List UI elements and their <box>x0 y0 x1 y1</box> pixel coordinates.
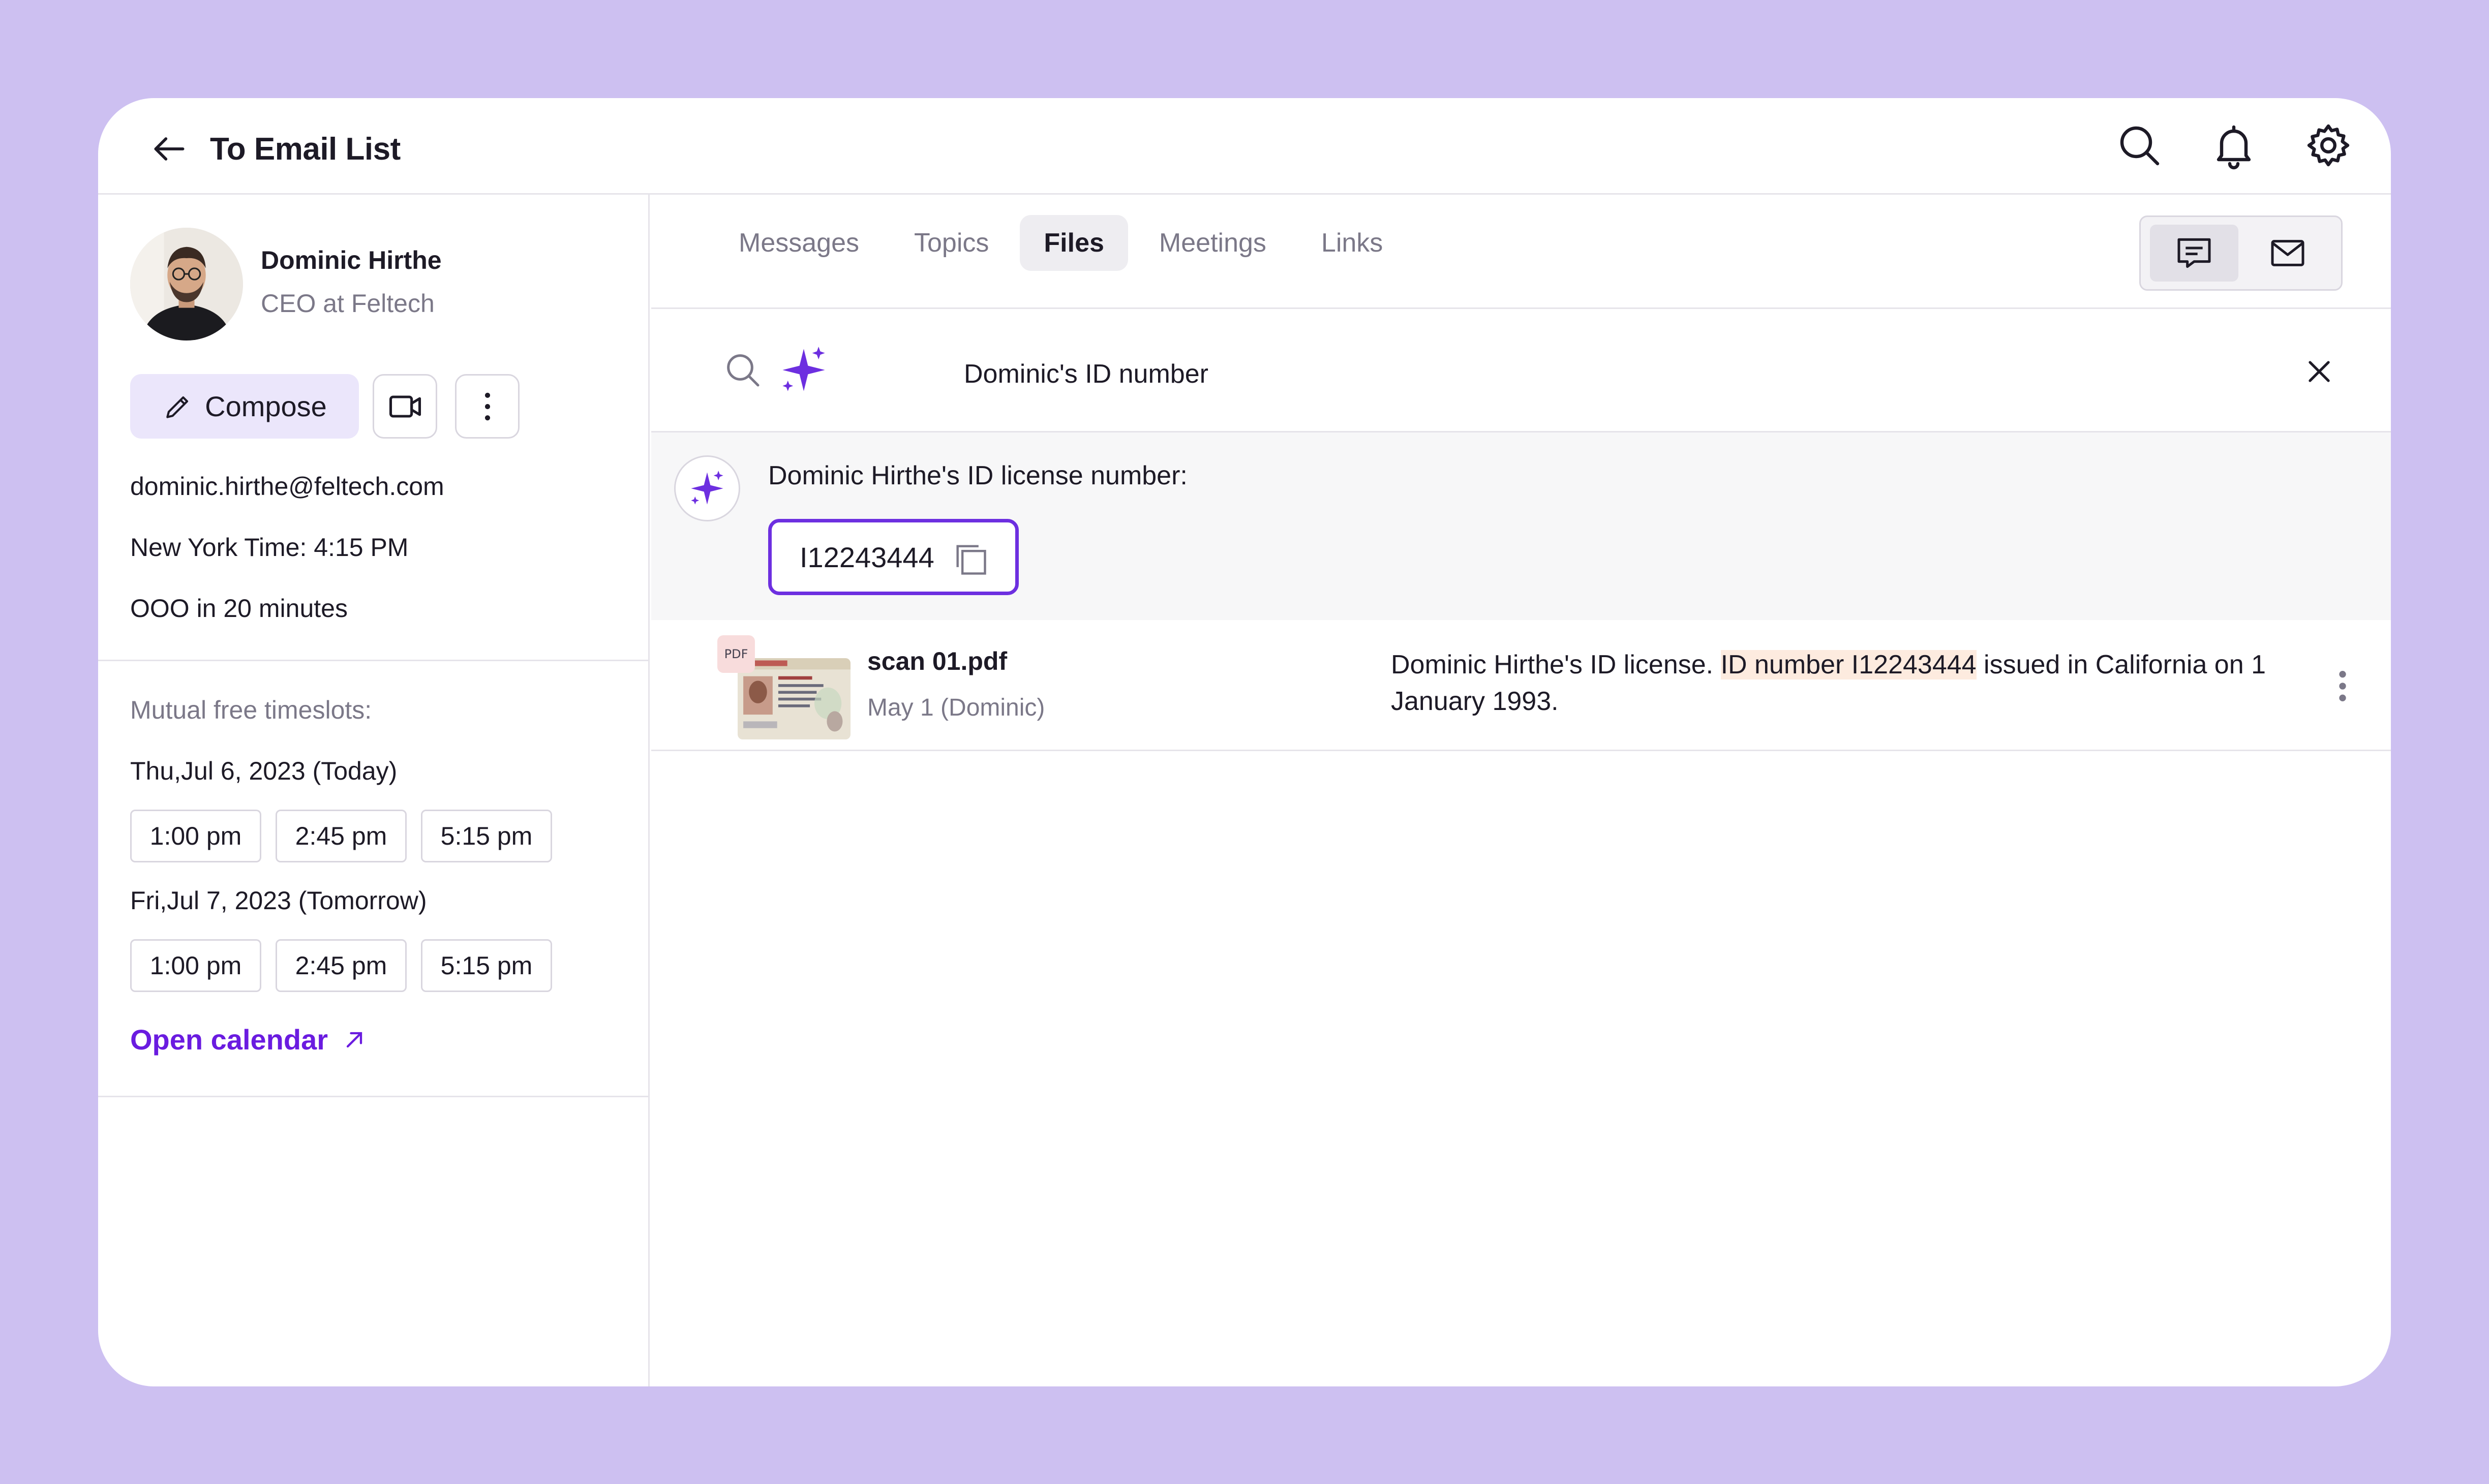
ai-sparkle-icon <box>691 471 723 505</box>
email-view-button[interactable] <box>2243 225 2332 282</box>
pencil-icon <box>166 396 189 418</box>
chat-view-button[interactable] <box>2150 225 2238 282</box>
arrow-up-right-icon <box>346 1032 362 1047</box>
tab-topics[interactable]: Topics <box>890 215 1013 271</box>
chat-icon <box>2177 238 2211 268</box>
day-label-tomorrow: Fri,Jul 7, 2023 (Tomorrow) <box>130 886 427 915</box>
file-description-text: Dominic Hirthe's ID license. <box>1391 650 1721 679</box>
file-description-highlight: ID number I12243444 <box>1720 650 1977 679</box>
day-label-today: Thu,Jul 6, 2023 (Today) <box>130 757 398 785</box>
timeslot-group-today: 1:00 pm 2:45 pm 5:15 pm <box>130 810 552 862</box>
tab-messages[interactable]: Messages <box>715 215 883 271</box>
view-toggle <box>2139 215 2343 291</box>
avatar <box>130 228 243 341</box>
contact-name: Dominic Hirthe <box>261 246 442 274</box>
file-thumbnail: PDF <box>717 635 851 739</box>
id-number-value: I12243444 <box>800 541 934 573</box>
video-call-button[interactable] <box>373 374 437 439</box>
ai-search-bar: Dominic's ID number <box>651 309 2391 431</box>
more-vertical-icon[interactable] <box>2332 666 2353 706</box>
pdf-icon: PDF <box>717 635 755 673</box>
contact-email[interactable]: dominic.hirthe@feltech.com <box>130 472 444 501</box>
timeslot-button[interactable]: 2:45 pm <box>276 939 407 992</box>
open-calendar-link[interactable]: Open calendar <box>130 1023 368 1056</box>
more-vertical-icon <box>484 392 490 420</box>
contact-role: CEO at Feltech <box>261 289 435 318</box>
contact-local-time: New York Time: 4:15 PM <box>130 533 409 562</box>
video-camera-icon <box>389 395 421 418</box>
timeslots-heading: Mutual free timeslots: <box>130 696 372 724</box>
sidebar-divider <box>98 660 650 661</box>
timeslot-button[interactable]: 5:15 pm <box>421 810 552 862</box>
tab-bar: Messages Topics Files Meetings Links <box>715 215 1407 271</box>
file-meta: May 1 (Dominic) <box>867 694 1045 721</box>
file-name[interactable]: scan 01.pdf <box>867 646 1007 676</box>
sidebar-divider <box>98 1096 650 1097</box>
contact-status: OOO in 20 minutes <box>130 594 348 623</box>
timeslot-button[interactable]: 1:00 pm <box>130 939 261 992</box>
ai-answer-title: Dominic Hirthe's ID license number: <box>768 461 1188 490</box>
id-license-thumbnail <box>738 658 851 739</box>
timeslot-group-tomorrow: 1:00 pm 2:45 pm 5:15 pm <box>130 939 552 992</box>
search-icon[interactable] <box>2115 121 2164 170</box>
compose-button[interactable]: Compose <box>130 374 359 439</box>
tab-links[interactable]: Links <box>1297 215 1407 271</box>
copy-icon[interactable] <box>951 540 990 578</box>
timeslot-button[interactable]: 2:45 pm <box>276 810 407 862</box>
contact-sidebar <box>98 195 650 1386</box>
bell-icon[interactable] <box>2209 121 2258 170</box>
id-number-box[interactable]: I12243444 <box>768 519 1019 595</box>
arrow-left-icon <box>154 137 185 161</box>
main-panel: Messages Topics Files Meetings Links Dom… <box>651 195 2391 1386</box>
search-icon <box>727 354 760 387</box>
ai-sparkle-icon <box>782 347 825 391</box>
compose-label: Compose <box>205 390 327 422</box>
more-actions-button[interactable] <box>455 374 520 439</box>
file-description: Dominic Hirthe's ID license. ID number I… <box>1391 646 2357 720</box>
open-calendar-label: Open calendar <box>130 1024 328 1056</box>
file-row[interactable]: PDF scan 01.pdf May 1 (Dominic) Dominic … <box>651 620 2391 751</box>
ai-answer-card: Dominic Hirthe's ID license number: I122… <box>651 431 2391 620</box>
mail-icon <box>2271 240 2304 266</box>
tab-files[interactable]: Files <box>1020 215 1128 271</box>
timeslot-button[interactable]: 5:15 pm <box>421 939 552 992</box>
timeslot-button[interactable]: 1:00 pm <box>130 810 261 862</box>
ai-badge <box>674 455 740 521</box>
top-bar: To Email List <box>98 98 2391 195</box>
close-icon[interactable] <box>2303 356 2335 387</box>
back-label: To Email List <box>210 131 401 167</box>
app-window: To Email List Dominic Hirthe CEO at Felt… <box>98 98 2391 1386</box>
gear-icon[interactable] <box>2304 121 2353 170</box>
search-input[interactable]: Dominic's ID number <box>964 359 1208 389</box>
back-to-email-list[interactable]: To Email List <box>149 129 401 169</box>
tab-meetings[interactable]: Meetings <box>1135 215 1290 271</box>
